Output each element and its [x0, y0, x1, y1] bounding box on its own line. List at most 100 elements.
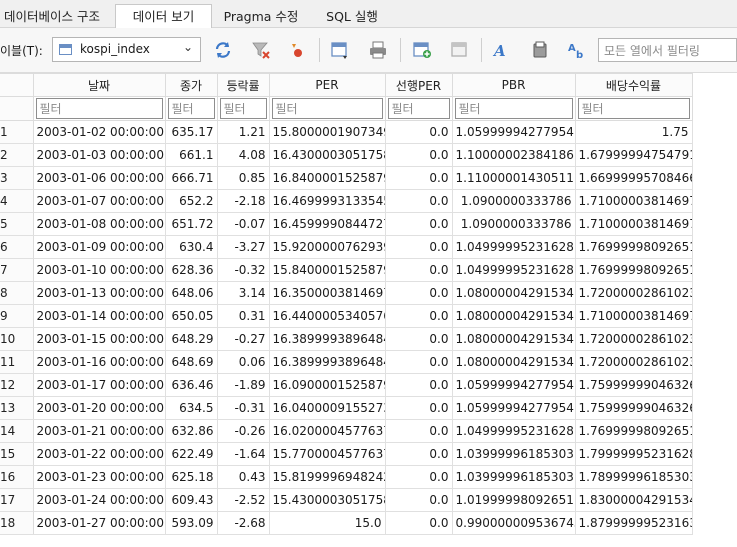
cell-pbr[interactable]: 1.04999995231628 — [451, 419, 576, 443]
cell-change[interactable]: -2.18 — [216, 189, 270, 213]
table-row[interactable]: 6 2003-01-09 00:00:00 630.4 -3.27 15.9200000… — [0, 235, 693, 259]
table-row[interactable]: 18 2003-01-27 00:00:00 593.09 -2.68 15.0 0.0 0… — [0, 511, 693, 535]
cell-date[interactable]: 2003-01-17 00:00:00 — [32, 373, 166, 397]
cell-forward-per[interactable]: 0.0 — [384, 442, 453, 466]
cell-per[interactable]: 16.3500003814697 — [268, 281, 386, 305]
cell-pbr[interactable]: 1.03999996185303 — [451, 465, 576, 489]
cell-per[interactable]: 16.3899993896484 — [268, 350, 386, 374]
cell-close[interactable]: 648.29 — [164, 327, 218, 351]
cell-close[interactable]: 609.43 — [164, 488, 218, 512]
cell-dividend-yield[interactable]: 1.78999996185303 — [574, 465, 693, 489]
cell-forward-per[interactable]: 0.0 — [384, 511, 453, 535]
cell-change[interactable]: -0.26 — [216, 419, 270, 443]
cell-date[interactable]: 2003-01-14 00:00:00 — [32, 304, 166, 328]
cell-close[interactable]: 593.09 — [164, 511, 218, 535]
filter-input-per[interactable] — [272, 99, 382, 118]
table-row[interactable]: 3 2003-01-06 00:00:00 666.71 0.85 16.8400001… — [0, 166, 693, 190]
cell-date[interactable]: 2003-01-20 00:00:00 — [32, 396, 166, 420]
cell-dividend-yield[interactable]: 1.71000003814697 — [574, 212, 693, 236]
cell-close[interactable]: 636.46 — [164, 373, 218, 397]
clear-filters-icon[interactable] — [251, 40, 271, 60]
cell-forward-per[interactable]: 0.0 — [384, 488, 453, 512]
cell-date[interactable]: 2003-01-16 00:00:00 — [32, 350, 166, 374]
cell-per[interactable]: 16.0200004577637 — [268, 419, 386, 443]
table-select[interactable]: kospi_index ⌄ — [52, 37, 201, 62]
cell-change[interactable]: 0.43 — [216, 465, 270, 489]
cell-pbr[interactable]: 1.08000004291534 — [451, 281, 576, 305]
cell-close[interactable]: 634.5 — [164, 396, 218, 420]
table-row[interactable]: 9 2003-01-14 00:00:00 650.05 0.31 16.4400005… — [0, 304, 693, 328]
cell-close[interactable]: 648.69 — [164, 350, 218, 374]
cell-dividend-yield[interactable]: 1.79999995231628 — [574, 442, 693, 466]
cell-per[interactable]: 15.7700004577637 — [268, 442, 386, 466]
column-header-dividend-yield[interactable]: 배당수익률 — [574, 73, 693, 97]
table-row[interactable]: 4 2003-01-07 00:00:00 652.2 -2.18 16.4699993… — [0, 189, 693, 213]
table-row[interactable]: 14 2003-01-21 00:00:00 632.86 -0.26 16.02000… — [0, 419, 693, 443]
cell-date[interactable]: 2003-01-13 00:00:00 — [32, 281, 166, 305]
tab-execute-sql[interactable]: SQL 실행 — [312, 7, 392, 27]
filter-input-change[interactable] — [220, 99, 266, 118]
cell-close[interactable]: 625.18 — [164, 465, 218, 489]
cell-date[interactable]: 2003-01-07 00:00:00 — [32, 189, 166, 213]
font-style-icon[interactable]: A — [492, 40, 512, 60]
cell-pbr[interactable]: 1.05999994277954 — [451, 120, 576, 144]
cell-date[interactable]: 2003-01-22 00:00:00 — [32, 442, 166, 466]
cell-dividend-yield[interactable]: 1.67999994754791 — [574, 143, 693, 167]
cell-close[interactable]: 630.4 — [164, 235, 218, 259]
cell-close[interactable]: 648.06 — [164, 281, 218, 305]
table-row[interactable]: 11 2003-01-16 00:00:00 648.69 0.06 16.389999… — [0, 350, 693, 374]
cell-dividend-yield[interactable]: 1.75999999046326 — [574, 373, 693, 397]
cell-close[interactable]: 635.17 — [164, 120, 218, 144]
cell-close[interactable]: 661.1 — [164, 143, 218, 167]
cell-date[interactable]: 2003-01-27 00:00:00 — [32, 511, 166, 535]
cell-pbr[interactable]: 1.08000004291534 — [451, 327, 576, 351]
cell-forward-per[interactable]: 0.0 — [384, 350, 453, 374]
clear-sorting-icon[interactable] — [287, 40, 307, 60]
cell-per[interactable]: 16.3899993896484 — [268, 327, 386, 351]
filter-input-pbr[interactable] — [455, 99, 572, 118]
cell-date[interactable]: 2003-01-21 00:00:00 — [32, 419, 166, 443]
cell-forward-per[interactable]: 0.0 — [384, 120, 453, 144]
cell-change[interactable]: 0.31 — [216, 304, 270, 328]
cell-change[interactable]: -0.32 — [216, 258, 270, 282]
cell-change[interactable]: -2.68 — [216, 511, 270, 535]
table-row[interactable]: 1 2003-01-02 00:00:00 635.17 1.21 15.8000001… — [0, 120, 693, 144]
print-icon[interactable] — [368, 40, 388, 60]
column-header-close[interactable]: 종가 — [164, 73, 218, 97]
cell-pbr[interactable]: 1.05999994277954 — [451, 396, 576, 420]
cell-pbr[interactable]: 1.08000004291534 — [451, 350, 576, 374]
cell-change[interactable]: -0.07 — [216, 212, 270, 236]
cell-date[interactable]: 2003-01-24 00:00:00 — [32, 488, 166, 512]
text-convert-icon[interactable]: A b — [567, 40, 587, 60]
encoding-icon[interactable] — [530, 40, 550, 60]
cell-date[interactable]: 2003-01-02 00:00:00 — [32, 120, 166, 144]
cell-change[interactable]: -1.64 — [216, 442, 270, 466]
column-header-change[interactable]: 등락률 — [216, 73, 270, 97]
table-row[interactable]: 10 2003-01-15 00:00:00 648.29 -0.27 16.38999… — [0, 327, 693, 351]
cell-close[interactable]: 622.49 — [164, 442, 218, 466]
cell-change[interactable]: 4.08 — [216, 143, 270, 167]
cell-per[interactable]: 15.8400001525879 — [268, 258, 386, 282]
column-header-forward-per[interactable]: 선행PER — [384, 73, 453, 97]
table-row[interactable]: 7 2003-01-10 00:00:00 628.36 -0.32 15.840000… — [0, 258, 693, 282]
cell-date[interactable]: 2003-01-08 00:00:00 — [32, 212, 166, 236]
tab-browse-data[interactable]: 데이터 보기 — [115, 4, 212, 28]
cell-close[interactable]: 650.05 — [164, 304, 218, 328]
cell-change[interactable]: -0.27 — [216, 327, 270, 351]
cell-close[interactable]: 628.36 — [164, 258, 218, 282]
column-header-date[interactable]: 날짜 — [32, 73, 166, 97]
cell-dividend-yield[interactable]: 1.72000002861023 — [574, 327, 693, 351]
cell-dividend-yield[interactable]: 1.75 — [574, 120, 693, 144]
cell-dividend-yield[interactable]: 1.75999999046326 — [574, 396, 693, 420]
insert-record-icon[interactable] — [412, 40, 432, 60]
column-header-per[interactable]: PER — [268, 73, 386, 97]
table-row[interactable]: 12 2003-01-17 00:00:00 636.46 -1.89 16.09000… — [0, 373, 693, 397]
cell-forward-per[interactable]: 0.0 — [384, 419, 453, 443]
save-table-icon[interactable] — [330, 40, 350, 60]
cell-forward-per[interactable]: 0.0 — [384, 143, 453, 167]
cell-dividend-yield[interactable]: 1.72000002861023 — [574, 350, 693, 374]
cell-forward-per[interactable]: 0.0 — [384, 327, 453, 351]
cell-date[interactable]: 2003-01-03 00:00:00 — [32, 143, 166, 167]
cell-date[interactable]: 2003-01-06 00:00:00 — [32, 166, 166, 190]
refresh-icon[interactable] — [213, 40, 233, 60]
